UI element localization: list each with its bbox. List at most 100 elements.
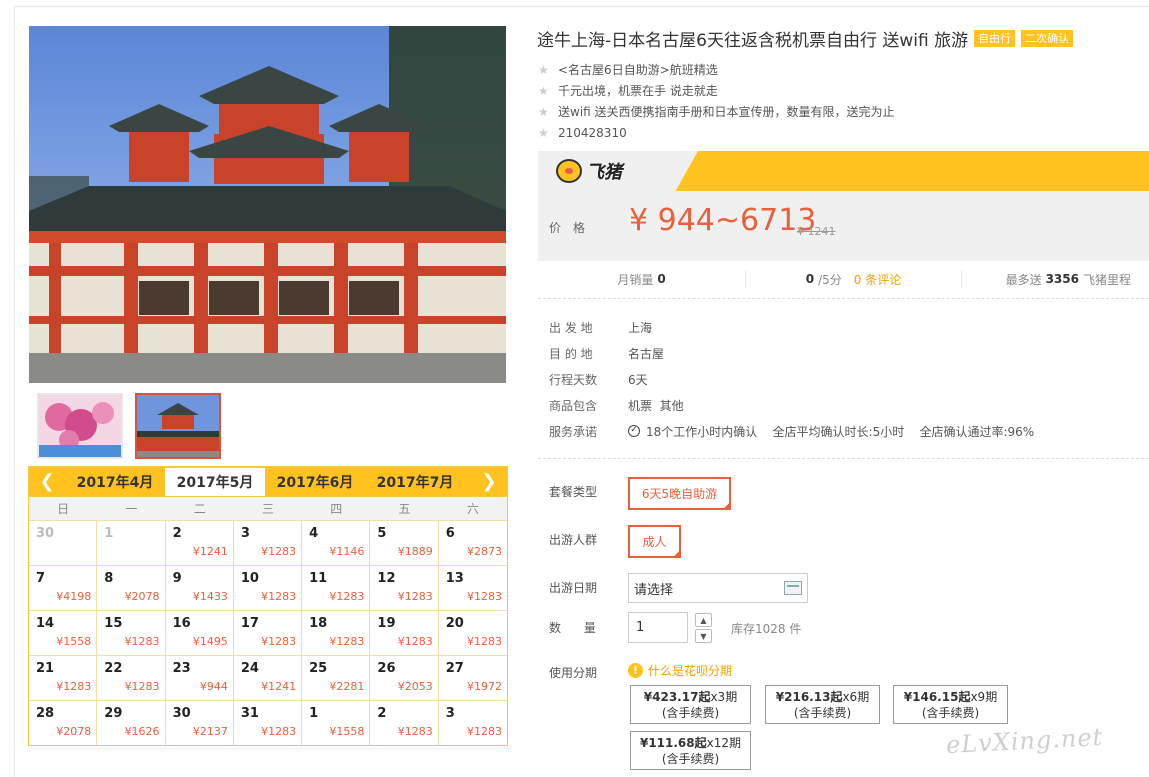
tab-month-1[interactable]: 2017年4月: [65, 467, 165, 496]
star-icon: ★: [538, 83, 549, 98]
tab-month-4[interactable]: 2017年7月: [365, 467, 465, 496]
calendar-day-cell[interactable]: 11 ¥1283: [302, 565, 371, 610]
calendar-day-price: ¥1283: [397, 590, 433, 603]
calendar-day-price: ¥1972: [466, 680, 502, 693]
weekday-label: 三: [261, 502, 274, 516]
calendar-weekdays: 日 一 二 三 四 五 六: [29, 496, 507, 520]
travel-date-label: 出游日期: [549, 581, 598, 595]
info-value: 名古屋: [628, 346, 665, 361]
calendar-day-number: 23: [172, 661, 191, 676]
calendar-day-number: 9: [172, 571, 182, 586]
calendar-day-number: 12: [377, 571, 396, 586]
stock-text: 库存1028 件: [731, 622, 802, 636]
calendar-day-cell[interactable]: 27 ¥1972: [438, 655, 507, 700]
calendar-day-cell[interactable]: 26 ¥2053: [370, 655, 439, 700]
calendar-day-cell[interactable]: 4 ¥1146: [302, 520, 371, 565]
calendar-day-number: 19: [377, 616, 396, 631]
quantity-increase-button[interactable]: ▲: [695, 613, 712, 627]
calendar-day-cell[interactable]: 28 ¥2078: [29, 700, 98, 745]
calendar-day-cell[interactable]: 10 ¥1283: [233, 565, 303, 610]
calendar-day-cell[interactable]: 20 ¥1283: [438, 610, 507, 655]
rating-suffix: /5分: [818, 272, 842, 287]
original-price: ¥ 1241: [797, 225, 836, 238]
package-type-label: 套餐类型: [549, 485, 598, 499]
tab-month-3[interactable]: 2017年6月: [265, 467, 365, 496]
calendar-day-cell[interactable]: 17 ¥1283: [233, 610, 303, 655]
calendar-day-cell[interactable]: 18 ¥1283: [302, 610, 371, 655]
adult-option-button[interactable]: 成人: [628, 525, 681, 558]
calendar-day-cell[interactable]: 14 ¥1558: [29, 610, 98, 655]
calendar-day-price: ¥2137: [192, 725, 228, 738]
installment-option-12[interactable]: ¥111.68起x12期 (含手续费): [630, 731, 751, 770]
calendar-day-cell[interactable]: 5 ¥1889: [370, 520, 439, 565]
calendar-day-cell[interactable]: 29 ¥1626: [97, 700, 166, 745]
calendar-icon[interactable]: [784, 581, 802, 595]
calendar-day-cell[interactable]: 19 ¥1283: [370, 610, 439, 655]
miles-prefix: 最多送: [1005, 272, 1042, 287]
installment-option-9[interactable]: ¥146.15起x9期 (含手续费): [893, 685, 1008, 724]
installment-note: (含手续费): [661, 705, 720, 720]
installment-period: x9期: [970, 689, 998, 704]
calendar-day-price: ¥2873: [466, 545, 502, 558]
info-label: 出 发 地: [549, 320, 593, 335]
weekday-label: 六: [466, 502, 479, 516]
calendar-day-cell[interactable]: 24 ¥1241: [233, 655, 303, 700]
calendar-day-cell[interactable]: 15 ¥1283: [97, 610, 166, 655]
installment-period: x12期: [706, 735, 742, 750]
calendar-day-cell[interactable]: 25 ¥2281: [302, 655, 371, 700]
prev-month-arrow-icon[interactable]: ❮: [29, 467, 65, 496]
thumbnail-temple[interactable]: [135, 393, 221, 459]
calendar-day-cell[interactable]: 16 ¥1495: [165, 610, 234, 655]
calendar-day-cell[interactable]: 7 ¥4198: [29, 565, 98, 610]
calendar-day-cell[interactable]: 30 ¥2137: [165, 700, 234, 745]
quantity-input[interactable]: 1: [628, 612, 688, 643]
weekday-label: 一: [125, 502, 138, 516]
installment-amount: ¥111.68起: [639, 735, 707, 750]
travel-date-input[interactable]: 请选择: [628, 573, 808, 603]
info-value: 上海: [628, 320, 653, 335]
calendar-day-cell[interactable]: 21 ¥1283: [29, 655, 98, 700]
calendar-day-cell[interactable]: 23 ¥944: [165, 655, 234, 700]
calendar-day-cell[interactable]: 12 ¥1283: [370, 565, 439, 610]
star-icon: ★: [538, 125, 549, 140]
star-icon: ★: [538, 104, 549, 119]
package-option-button[interactable]: 6天5晚自助游: [628, 477, 731, 510]
quantity-decrease-button[interactable]: ▼: [695, 629, 712, 643]
installment-amount: ¥216.13起: [775, 689, 843, 704]
calendar-day-cell[interactable]: 3 ¥1283: [438, 700, 507, 745]
calendar-day-number: 15: [104, 616, 123, 631]
calendar-day-number: 16: [172, 616, 191, 631]
calendar-day-cell[interactable]: 3 ¥1283: [233, 520, 303, 565]
calendar-day-cell[interactable]: 2 ¥1241: [165, 520, 234, 565]
installment-option-3[interactable]: ¥423.17起x3期 (含手续费): [630, 685, 751, 724]
info-value: 机票 其他: [628, 398, 684, 413]
calendar-day-number: 11: [309, 571, 328, 586]
calendar-day-cell[interactable]: 13 ¥1283: [438, 565, 507, 610]
calendar-day-cell[interactable]: 31 ¥1283: [233, 700, 303, 745]
tab-month-2[interactable]: 2017年5月: [165, 467, 265, 496]
calendar-day-cell[interactable]: 1 ¥1558: [302, 700, 371, 745]
calendar-day-number: 28: [36, 706, 55, 721]
calendar-day-number: 7: [36, 571, 46, 586]
installment-option-6[interactable]: ¥216.13起x6期 (含手续费): [765, 685, 880, 724]
calendar-day-price: ¥944: [199, 680, 228, 693]
divider: [538, 458, 1149, 459]
calendar-day-cell[interactable]: 9 ¥1433: [165, 565, 234, 610]
installment-help-link[interactable]: ! 什么是花呗分期: [628, 662, 732, 679]
calendar-day-number: 26: [377, 661, 396, 676]
thumbnail-cherry-blossom[interactable]: [37, 393, 123, 459]
calendar-day-number: 3: [240, 526, 250, 541]
calendar-day-cell[interactable]: 8 ¥2078: [97, 565, 166, 610]
weekday-label: 日: [57, 502, 70, 516]
calendar-day-cell[interactable]: 2 ¥1283: [370, 700, 439, 745]
weekday-label: 五: [398, 502, 411, 516]
calendar-day-cell[interactable]: 22 ¥1283: [97, 655, 166, 700]
calendar-day-number: 25: [309, 661, 328, 676]
weekday-label: 二: [193, 502, 206, 516]
reviews-link[interactable]: 0 条评论: [854, 271, 901, 288]
info-row-departure: 出 发 地 上海: [549, 314, 1034, 340]
calendar-day-cell[interactable]: 6 ¥2873: [438, 520, 507, 565]
calendar-day-price: ¥2078: [124, 590, 160, 603]
next-month-arrow-icon[interactable]: ❯: [471, 467, 507, 496]
info-warning-icon: !: [628, 663, 643, 678]
